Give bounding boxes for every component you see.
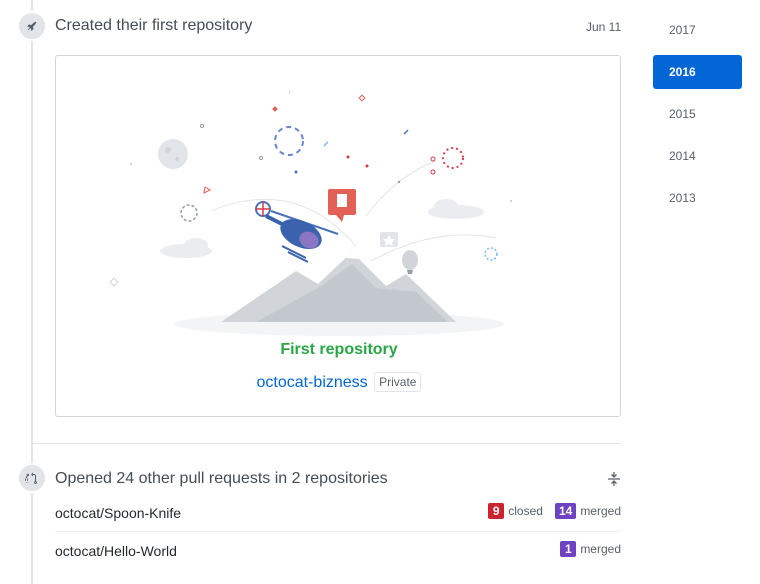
first-repo-illustration bbox=[109, 89, 513, 336]
row-separator bbox=[55, 531, 621, 532]
year-nav: 2017 2016 2015 2014 2013 bbox=[653, 13, 742, 223]
timeline-line bbox=[31, 0, 33, 584]
year-link-2014[interactable]: 2014 bbox=[653, 139, 742, 173]
event-title: Created their first repository bbox=[55, 17, 253, 34]
year-link-2015[interactable]: 2015 bbox=[653, 97, 742, 131]
merged-label: merged bbox=[580, 542, 621, 556]
rocket-icon bbox=[27, 21, 37, 31]
merged-count-badge: 1 bbox=[560, 541, 577, 557]
year-link-2013[interactable]: 2013 bbox=[653, 181, 742, 215]
first-repo-card: First repository octocat-bizness Private bbox=[55, 55, 621, 417]
first-repo-heading: First repository bbox=[280, 341, 398, 358]
closed-stat[interactable]: 9 closed bbox=[488, 503, 543, 519]
repo-link[interactable]: octocat-bizness bbox=[257, 374, 368, 391]
merged-stat[interactable]: 1 merged bbox=[560, 541, 621, 557]
pr-repo-link[interactable]: octocat/Hello-World bbox=[55, 543, 177, 559]
year-link-2017[interactable]: 2017 bbox=[653, 13, 742, 47]
git-pull-request-icon bbox=[25, 472, 37, 485]
event-divider bbox=[32, 443, 621, 444]
merged-count-badge: 14 bbox=[554, 503, 577, 519]
merged-label: merged bbox=[580, 504, 621, 518]
merged-stat[interactable]: 14 merged bbox=[554, 503, 621, 519]
event-title: Opened 24 other pull requests in 2 repos… bbox=[55, 470, 388, 487]
repo-line: octocat-bizness Private bbox=[56, 372, 620, 392]
event-badge bbox=[17, 11, 47, 41]
closed-count-badge: 9 bbox=[488, 503, 505, 519]
pr-repo-link[interactable]: octocat/Spoon-Knife bbox=[55, 505, 181, 521]
event-badge bbox=[17, 463, 47, 493]
fold-icon[interactable] bbox=[606, 471, 622, 487]
closed-label: closed bbox=[508, 504, 543, 518]
pr-stats: 1 merged bbox=[552, 541, 621, 557]
private-label: Private bbox=[374, 372, 422, 392]
pr-repo-row: octocat/Spoon-Knife 9 closed 14 merged bbox=[55, 497, 621, 535]
pr-repo-row: octocat/Hello-World 1 merged bbox=[55, 535, 621, 573]
pr-stats: 9 closed 14 merged bbox=[480, 503, 621, 519]
year-link-2016[interactable]: 2016 bbox=[653, 55, 742, 89]
event-date: Jun 11 bbox=[586, 20, 622, 34]
